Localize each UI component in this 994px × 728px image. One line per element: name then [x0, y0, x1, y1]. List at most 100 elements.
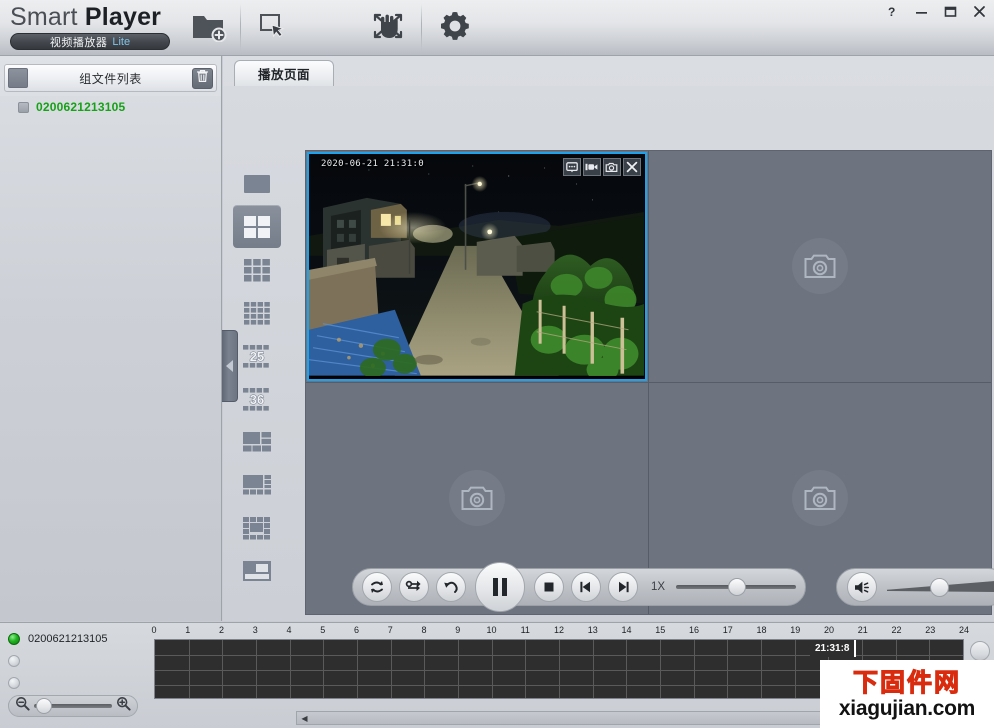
- layout-4-button[interactable]: [233, 205, 281, 248]
- settings-button[interactable]: [429, 6, 481, 50]
- ruler-tick-label: 21: [857, 625, 868, 635]
- channel-row[interactable]: [0, 645, 146, 667]
- timeline-panel: 0200621213105 0 1 2 3 4 5 6 7 8 9 10 11 …: [0, 622, 994, 728]
- stop-button[interactable]: [534, 572, 564, 602]
- speed-slider-knob[interactable]: [728, 578, 747, 596]
- channel-row[interactable]: 0200621213105: [0, 623, 146, 645]
- fullscreen-button-2[interactable]: [362, 6, 414, 50]
- list-item[interactable]: 0200621213105: [0, 96, 221, 114]
- close-stream-icon: [626, 161, 637, 173]
- timeline-cursor[interactable]: 21:31:8: [810, 640, 857, 657]
- step-back-button[interactable]: [436, 572, 466, 602]
- volume-slider-knob[interactable]: [930, 578, 950, 597]
- pause-button[interactable]: [475, 562, 525, 612]
- zoom-out-icon[interactable]: [15, 696, 30, 716]
- video-cell-2[interactable]: [648, 151, 991, 383]
- sidebar-collapse-handle[interactable]: [222, 330, 238, 402]
- group-file-list-header: 组文件列表: [4, 64, 217, 92]
- gridline: [323, 640, 325, 698]
- toolbar-separator-2: [421, 4, 422, 52]
- chevron-left-icon: [226, 360, 233, 372]
- layout-custom-d-button[interactable]: [233, 549, 281, 592]
- video-timestamp: 2020-06-21 21:31:0: [321, 159, 424, 169]
- loop-button[interactable]: [362, 572, 392, 602]
- gridline: [256, 640, 257, 698]
- toolbar-separator-1: [240, 4, 241, 52]
- ruler-tick-label: 2: [218, 625, 224, 635]
- prev-frame-button[interactable]: [571, 572, 601, 602]
- group-file-list-body: 0200621213105: [0, 96, 221, 621]
- layout-1-button[interactable]: [233, 162, 281, 205]
- trash-icon: [196, 69, 209, 88]
- timeline-zoom-slider[interactable]: [34, 698, 112, 714]
- video-cell-1-selected-frame: 2020-06-21 21:31:0: [307, 152, 647, 381]
- close-stream-button[interactable]: [622, 158, 641, 176]
- layout-custom-a-button[interactable]: [233, 420, 281, 463]
- main-content: 播放页面 25 36 2020-06-21 21:31:0: [223, 56, 994, 621]
- layout-custom-c-button[interactable]: [233, 506, 281, 549]
- maximize-button[interactable]: [941, 2, 959, 20]
- svg-text:25: 25: [250, 349, 264, 364]
- arrow-left-icon[interactable]: ◀: [297, 712, 312, 724]
- gridline: [188, 640, 190, 698]
- open-folder-button[interactable]: [182, 6, 234, 50]
- mute-button[interactable]: [847, 572, 878, 602]
- watermark: 下固件网 xiagujian.com: [820, 660, 994, 728]
- tab-playback-page[interactable]: 播放页面: [234, 60, 334, 86]
- ruler-tick-label: 20: [823, 625, 835, 635]
- logo-edition: Lite: [112, 35, 131, 48]
- svg-text:?: ?: [888, 5, 895, 18]
- ruler-tick-label: 0: [151, 625, 157, 635]
- volume-slider[interactable]: [887, 578, 994, 597]
- layout-25-button[interactable]: 25: [233, 334, 281, 377]
- zoom-in-icon[interactable]: [116, 696, 131, 716]
- next-frame-button[interactable]: [608, 572, 638, 602]
- timeline-scroll-knob[interactable]: [970, 641, 990, 661]
- select-tool-button[interactable]: [248, 6, 300, 50]
- talk-button[interactable]: [562, 158, 581, 176]
- ruler-tick-label: 23: [925, 625, 936, 635]
- pause-icon: [493, 578, 507, 596]
- speed-label: 1X: [651, 581, 666, 593]
- list-item-checkbox[interactable]: [18, 101, 29, 113]
- channel-led: [8, 655, 20, 667]
- timeline-zoom-knob[interactable]: [36, 698, 52, 714]
- folder-add-icon: [189, 10, 227, 47]
- camera-placeholder: [791, 238, 848, 295]
- talk-icon: [565, 161, 578, 172]
- app-logo: Smart Player 视频播放器 Lite: [10, 2, 185, 50]
- layout-36-button[interactable]: 36: [233, 377, 281, 420]
- pointer-select-icon: [259, 12, 289, 45]
- transport-controls: 1X: [352, 562, 994, 612]
- gridline: [727, 640, 729, 698]
- gridline: [761, 640, 762, 698]
- minimize-button[interactable]: [912, 2, 930, 20]
- group-file-list-title: 组文件列表: [79, 71, 142, 86]
- layout-custom-b-button[interactable]: [233, 463, 281, 506]
- gridline: [289, 640, 291, 698]
- channel-label: 0200621213105: [28, 633, 108, 645]
- snapshot-button[interactable]: [602, 158, 621, 176]
- gridline: [424, 640, 426, 698]
- speed-slider[interactable]: [676, 578, 797, 596]
- volume-group: [836, 568, 994, 606]
- layout-16-button[interactable]: [233, 291, 281, 334]
- select-all-checkbox[interactable]: [8, 68, 28, 88]
- ruler-tick-label: 15: [655, 625, 666, 635]
- record-video-button[interactable]: [582, 158, 601, 176]
- layout-9-button[interactable]: [233, 248, 281, 291]
- sync-shuffle-button[interactable]: [399, 572, 429, 602]
- video-stream-image: [309, 154, 645, 376]
- video-grid: 2020-06-21 21:31:0: [305, 150, 992, 615]
- close-button[interactable]: [970, 2, 988, 20]
- video-cell-1[interactable]: 2020-06-21 21:31:0: [306, 151, 649, 383]
- ruler-tick-label: 11: [520, 625, 530, 635]
- channel-row[interactable]: [0, 667, 146, 689]
- ruler-tick-label: 6: [353, 625, 360, 635]
- delete-group-button[interactable]: [192, 68, 213, 89]
- pan-tool-slot: [305, 6, 357, 50]
- camera-placeholder: [448, 470, 505, 527]
- help-button[interactable]: ?: [883, 2, 901, 20]
- gridline: [525, 640, 527, 698]
- tab-label: 播放页面: [257, 68, 310, 82]
